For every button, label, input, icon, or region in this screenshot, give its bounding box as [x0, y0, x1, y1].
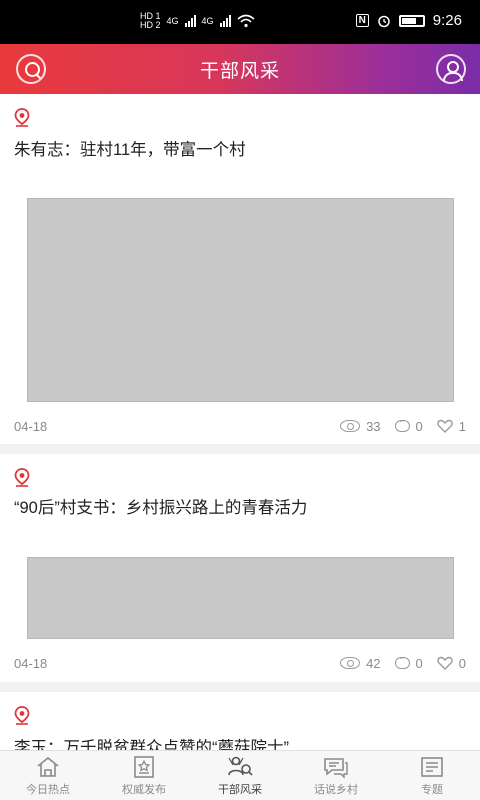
status-right-group: N 9:26 [355, 12, 462, 29]
news-card[interactable]: 朱有志：驻村11年，带富一个村 04-18 33 0 1 [0, 94, 480, 444]
tab-label: 干部风采 [218, 783, 262, 796]
tab-label: 今日热点 [26, 783, 70, 796]
news-card[interactable]: “90后”村支书：乡村振兴路上的青春活力 04-18 42 0 0 [0, 454, 480, 682]
star-doc-icon [134, 755, 154, 778]
news-image[interactable] [27, 557, 454, 639]
hd2-badge: HD 2 [140, 20, 161, 30]
news-date: 04-18 [14, 655, 48, 671]
wifi-icon [237, 14, 255, 28]
news-card[interactable]: 李玉：万千脱贫群众点赞的“蘑菇院士” [0, 692, 480, 750]
network2-label: 4G [201, 16, 214, 26]
eye-icon [340, 657, 361, 669]
tab-official-release[interactable]: 权威发布 [96, 751, 192, 800]
news-title[interactable]: “90后”村支书：乡村振兴路上的青春活力 [14, 494, 307, 518]
heart-icon [437, 656, 453, 670]
location-pin-icon [14, 468, 30, 487]
views-stat: 42 [340, 655, 381, 671]
heart-icon [437, 419, 453, 433]
chat-icon [324, 757, 348, 779]
topic-doc-icon [421, 756, 443, 777]
home-icon [37, 756, 59, 777]
likes-count: 1 [458, 418, 466, 434]
network1-label: 4G [166, 16, 179, 26]
comments-stat[interactable]: 0 [394, 416, 423, 434]
location-pin-icon [14, 706, 30, 725]
news-image[interactable] [27, 198, 454, 402]
comment-icon [394, 416, 410, 432]
comments-count: 0 [415, 418, 423, 434]
news-date: 04-18 [14, 418, 48, 434]
app-header: 干部风采 [0, 44, 480, 94]
likes-count: 0 [458, 655, 466, 671]
news-title[interactable]: 朱有志：驻村11年，带富一个村 [14, 136, 246, 160]
comment-icon [394, 653, 410, 669]
clock: 9:26 [432, 12, 462, 29]
status-signal-group: HD 1 HD 2 4G 4G [140, 12, 255, 30]
tab-label: 专题 [421, 783, 443, 796]
news-title[interactable]: 李玉：万千脱贫群众点赞的“蘑菇院士” [14, 734, 289, 750]
eye-icon [340, 420, 361, 432]
tab-cadre-style[interactable]: 干部风采 [192, 751, 288, 800]
views-stat: 33 [340, 418, 381, 434]
battery-icon [398, 14, 425, 27]
signal2-icon [219, 15, 231, 27]
location-pin-icon [14, 108, 30, 127]
status-bar: HD 1 HD 2 4G 4G N 9:26 [0, 0, 480, 44]
views-count: 42 [366, 655, 381, 671]
tab-label: 权威发布 [122, 783, 166, 796]
likes-stat[interactable]: 0 [437, 656, 466, 671]
nfc-icon: N [355, 14, 369, 27]
tab-label: 话说乡村 [314, 783, 358, 796]
comments-count: 0 [415, 655, 423, 671]
bottom-tab-bar: 今日热点 权威发布 干部风采 话说乡村 专题 [0, 750, 480, 800]
news-meta: 04-18 33 0 1 [14, 416, 466, 436]
news-meta: 04-18 42 0 0 [14, 653, 466, 673]
search-icon[interactable] [16, 54, 46, 84]
user-icon[interactable] [436, 54, 466, 84]
likes-stat[interactable]: 1 [437, 419, 466, 434]
page-title: 干部风采 [199, 60, 280, 82]
signal1-icon [184, 15, 196, 27]
tab-topics[interactable]: 专题 [384, 751, 480, 800]
person-network-icon [228, 756, 253, 776]
alarm-icon [378, 15, 390, 27]
tab-today-hot[interactable]: 今日热点 [0, 751, 96, 800]
news-feed[interactable]: 朱有志：驻村11年，带富一个村 04-18 33 0 1 [0, 94, 480, 750]
tab-village-talk[interactable]: 话说乡村 [288, 751, 384, 800]
views-count: 33 [366, 418, 381, 434]
comments-stat[interactable]: 0 [394, 653, 423, 671]
